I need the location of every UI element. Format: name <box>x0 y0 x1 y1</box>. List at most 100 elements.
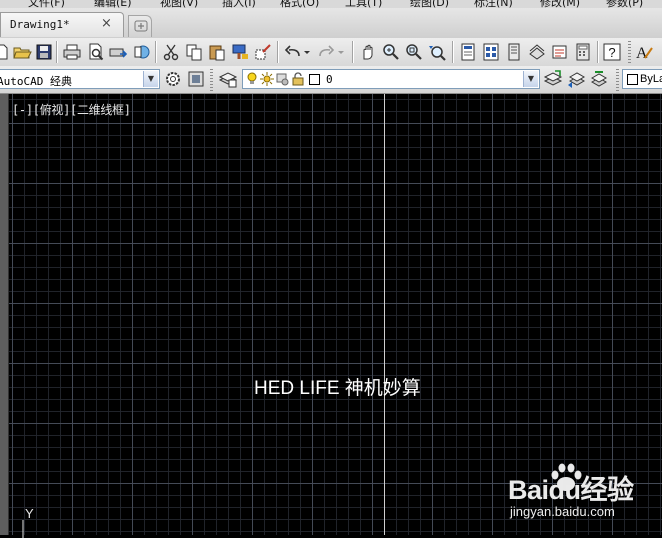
properties-button[interactable] <box>458 42 478 62</box>
markup-icon <box>552 45 567 59</box>
menu-tools[interactable]: 工具(T) <box>345 0 382 8</box>
svg-text:A: A <box>636 45 648 62</box>
sheet-set-button[interactable] <box>527 42 547 62</box>
workspace-value: AutoCAD 经典 <box>0 75 72 88</box>
lock-icon <box>292 72 304 86</box>
toolbar-grip[interactable] <box>628 41 631 63</box>
new-button[interactable] <box>0 42 12 62</box>
layer-select[interactable]: 0 ▼ <box>242 69 540 89</box>
publish-icon <box>109 48 128 58</box>
new-icon <box>0 44 8 60</box>
undo-dropdown[interactable] <box>302 42 312 62</box>
plus-icon <box>134 20 148 32</box>
open-button[interactable] <box>12 42 32 62</box>
zoom-previous-button[interactable] <box>427 42 447 62</box>
menu-format[interactable]: 格式(O) <box>280 0 319 8</box>
tab-drawing1[interactable]: Drawing1* × <box>0 12 124 37</box>
zoom-realtime-button[interactable] <box>381 42 401 62</box>
tool-palettes-button[interactable] <box>504 42 524 62</box>
toolbar-separator <box>155 41 157 63</box>
svg-text:?: ? <box>608 45 615 60</box>
help-button[interactable]: ? <box>602 42 622 62</box>
toolbar-separator <box>277 41 279 63</box>
paste-button[interactable] <box>207 42 227 62</box>
canvas-left-edge <box>0 94 9 535</box>
toolbar-separator <box>597 41 599 63</box>
layer-state-button[interactable] <box>589 69 609 89</box>
plot-preview-button[interactable] <box>86 42 106 62</box>
customize-icon <box>188 71 204 87</box>
layer-properties-icon <box>218 72 238 88</box>
tab-label: Drawing1* <box>10 18 70 31</box>
make-layer-current-icon <box>543 70 563 86</box>
lightbulb-icon <box>247 72 257 84</box>
menu-view[interactable]: 视图(V) <box>160 0 198 8</box>
layer-color-swatch <box>309 74 320 85</box>
block-editor-button[interactable] <box>253 42 273 62</box>
menu-insert[interactable]: 插入(I) <box>222 0 256 8</box>
color-control-select[interactable]: ByLayer <box>622 69 662 89</box>
layer-name: 0 <box>326 73 333 86</box>
tool-palettes-icon <box>508 43 520 61</box>
standard-toolbar: ? A <box>0 38 662 67</box>
chevron-down-icon <box>304 51 310 54</box>
save-button[interactable] <box>34 42 54 62</box>
menu-parametric[interactable]: 参数(P) <box>606 0 643 8</box>
workspace-customize-button[interactable] <box>186 69 206 89</box>
3d-dwf-button[interactable] <box>132 42 152 62</box>
close-icon[interactable]: × <box>101 16 112 31</box>
drawing-text-object[interactable]: HED LIFE 神机妙算 <box>254 373 421 400</box>
pan-button[interactable] <box>358 42 378 62</box>
watermark-url: jingyan.baidu.com <box>510 504 615 519</box>
text-style-icon: A <box>636 45 653 62</box>
zoom-realtime-icon <box>383 44 399 60</box>
design-center-button[interactable] <box>481 42 501 62</box>
toolbar-grip[interactable] <box>210 69 213 91</box>
match-properties-icon <box>232 44 248 59</box>
pan-icon <box>363 44 373 60</box>
workspace-select[interactable]: AutoCAD 经典 ▼ <box>0 69 160 89</box>
layer-previous-button[interactable] <box>566 69 586 89</box>
ucs-y-label: Y <box>25 506 34 521</box>
text-style-button[interactable]: A <box>634 42 654 62</box>
color-value: ByLayer <box>640 73 662 85</box>
new-tab-button[interactable] <box>128 15 152 37</box>
publish-button[interactable] <box>108 42 128 62</box>
match-properties-button[interactable] <box>230 42 250 62</box>
menu-edit[interactable]: 编辑(E) <box>94 0 132 8</box>
menu-modify[interactable]: 修改(M) <box>540 0 580 8</box>
layer-previous-icon <box>568 72 586 88</box>
quickcalc-button[interactable] <box>573 42 593 62</box>
menu-dimension[interactable]: 标注(N) <box>474 0 513 8</box>
open-icon <box>13 47 32 59</box>
copy-button[interactable] <box>184 42 204 62</box>
make-current-layer-button[interactable] <box>543 69 563 89</box>
chevron-down-icon[interactable]: ▼ <box>523 71 538 87</box>
copy-icon <box>186 44 202 61</box>
layer-properties-button[interactable] <box>218 69 238 89</box>
toolbar-separator <box>352 41 354 63</box>
undo-button[interactable] <box>283 42 303 62</box>
save-icon <box>36 44 52 60</box>
undo-icon <box>284 45 300 57</box>
redo-dropdown[interactable] <box>336 42 346 62</box>
file-tab-bar: Drawing1* × <box>0 8 662 39</box>
chevron-down-icon[interactable]: ▼ <box>143 71 158 87</box>
sun-icon <box>260 72 274 86</box>
toolbar-grip[interactable] <box>616 69 619 91</box>
markup-button[interactable] <box>550 42 570 62</box>
zoom-window-button[interactable] <box>404 42 424 62</box>
3d-dwf-icon <box>134 45 150 59</box>
plot-button[interactable] <box>62 42 82 62</box>
gear-icon <box>166 72 180 86</box>
workspace-settings-button[interactable] <box>163 69 183 89</box>
cut-icon <box>163 44 179 61</box>
viewport-controls-label[interactable]: [-][俯视][二维线框] <box>12 101 131 118</box>
viewport-freeze-icon <box>276 73 289 86</box>
redo-button[interactable] <box>316 42 336 62</box>
menu-draw[interactable]: 绘图(D) <box>410 0 449 8</box>
menu-file[interactable]: 文件(F) <box>28 0 65 8</box>
cut-button[interactable] <box>161 42 181 62</box>
baidu-watermark: Baidu经验 jingyan.baidu.com <box>508 462 658 524</box>
toolbar-separator <box>452 41 454 63</box>
